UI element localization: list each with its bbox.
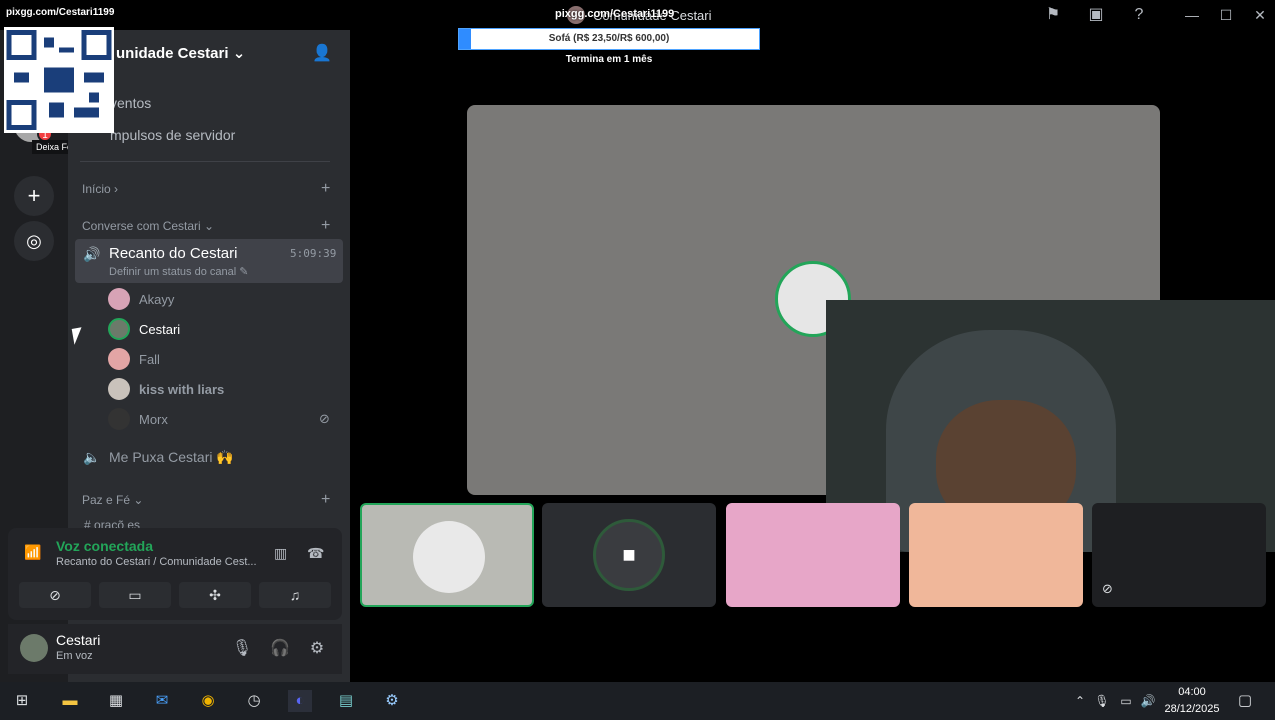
microphone-tray-icon[interactable]: 🎙	[1090, 690, 1114, 712]
maximize-button[interactable]: ☐	[1214, 5, 1238, 25]
sidebar-item-boosts[interactable]: mpulsos de servidor	[110, 127, 235, 143]
avatar	[108, 378, 130, 400]
goal-subtitle: Termina em 1 mês	[565, 54, 653, 65]
inbox-icon[interactable]: ▣	[1085, 5, 1107, 25]
participant-tile[interactable]: ⊘	[1092, 503, 1266, 607]
divider	[80, 161, 330, 162]
voice-user[interactable]: Cestari	[108, 318, 338, 342]
user-name: Cestari	[56, 632, 101, 648]
participant-avatar	[413, 521, 485, 593]
participant-tile[interactable]	[726, 503, 900, 607]
voice-user-name: kiss with liars	[139, 382, 225, 397]
participant-tile[interactable]	[360, 503, 534, 607]
donation-url: pixgg.com/Cestari1199	[0, 0, 116, 25]
add-channel-icon[interactable]: +	[321, 180, 330, 198]
pencil-icon: ✎	[239, 266, 249, 278]
add-channel-icon[interactable]: +	[321, 491, 330, 509]
mic-muted-icon: ⊘	[319, 411, 330, 426]
clock-date[interactable]: 28/12/2025	[1160, 703, 1224, 715]
steam-icon[interactable]: ⚙	[380, 690, 404, 712]
voice-user[interactable]: kiss with liars	[108, 378, 338, 402]
category-paz-e-fe[interactable]: Paz e Fé ⌄	[82, 493, 143, 507]
donation-goal-bar: Sofá (R$ 23,50/R$ 600,00)	[458, 28, 760, 50]
camera-off-button[interactable]: ⊘	[19, 582, 91, 608]
category-inicio[interactable]: Início ›	[82, 182, 118, 196]
microphone-icon[interactable]: 🎙	[230, 638, 254, 660]
signal-icon[interactable]: 📶	[24, 544, 41, 561]
speaker-icon: 🔈	[83, 449, 101, 465]
server-name-text: unidade Cestari	[116, 45, 229, 62]
add-channel-icon[interactable]: +	[321, 217, 330, 235]
noise-suppression-icon[interactable]: ▥	[274, 545, 287, 562]
avatar	[108, 348, 130, 370]
screen-share-button[interactable]: ▭	[99, 582, 171, 608]
avatar	[108, 318, 130, 340]
voice-user-name: Fall	[139, 352, 160, 367]
avatar	[108, 408, 130, 430]
avatar[interactable]	[20, 634, 48, 662]
voice-timer: 5:09:39	[290, 247, 337, 260]
voice-user-name: Akayy	[139, 292, 175, 307]
goal-label: pixgg.com/Cestari1199	[555, 8, 675, 20]
flag-icon[interactable]: ⚑	[1042, 5, 1064, 25]
chevron-up-icon[interactable]: ⌃	[1068, 690, 1092, 712]
file-explorer-icon[interactable]: ▬	[58, 690, 82, 712]
avatar	[108, 288, 130, 310]
voice-user[interactable]: Morx	[108, 408, 338, 432]
user-status: Em voz	[56, 650, 93, 662]
chevron-down-icon: ⌄	[232, 45, 246, 62]
voice-connected-title: Voz conectada	[56, 538, 153, 554]
voice-connected-subtitle[interactable]: Recanto do Cestari / Comunidade Cest...	[56, 556, 257, 568]
notifications-icon[interactable]: ▢	[1233, 690, 1257, 712]
clock-time[interactable]: 04:00	[1166, 686, 1218, 698]
minimize-button[interactable]: —	[1180, 5, 1204, 25]
voice-channel-name[interactable]: Me Puxa Cestari 🙌	[109, 449, 234, 466]
category-label: Início	[82, 182, 111, 196]
volume-icon[interactable]: 🔊	[1136, 690, 1160, 712]
goal-text: Sofá (R$ 23,50/R$ 600,00)	[548, 33, 670, 44]
voice-user-name: Cestari	[139, 322, 181, 337]
chrome-icon[interactable]: ◉	[196, 690, 220, 712]
qr-code	[4, 27, 114, 133]
windows-start-icon[interactable]: ⊞	[10, 690, 34, 712]
sidebar-item-events[interactable]: ventos	[110, 95, 151, 111]
voice-channel-name: Recanto do Cestari	[109, 245, 238, 262]
channel-partial[interactable]: # oraçõ es	[84, 518, 140, 528]
participant-tile[interactable]	[909, 503, 1083, 607]
network-icon[interactable]: ▭	[1114, 690, 1138, 712]
voice-user[interactable]: Fall	[108, 348, 338, 372]
clock-app-icon[interactable]: ◷	[242, 690, 266, 712]
gear-icon[interactable]: ⚙	[305, 638, 329, 660]
discord-icon[interactable]: ◐	[288, 690, 312, 712]
video-camera-icon: ■	[593, 519, 665, 591]
channel-name: oraçõ es	[94, 518, 141, 528]
channel-status[interactable]: Definir um status do canal ✎	[109, 265, 248, 278]
add-server-icon[interactable]: +	[14, 176, 54, 216]
store-icon[interactable]: ▦	[104, 690, 128, 712]
category-label: Paz e Fé	[82, 493, 131, 507]
app-icon[interactable]: ▤	[334, 690, 358, 712]
hashtag-icon: #	[84, 518, 95, 528]
voice-user-name: Morx	[139, 412, 168, 427]
help-icon[interactable]: ?	[1128, 5, 1150, 25]
mic-muted-icon: ⊘	[1102, 581, 1113, 596]
explore-icon[interactable]: ◎	[14, 221, 54, 261]
close-button[interactable]: ✕	[1248, 5, 1272, 25]
activities-button[interactable]: ✣	[179, 582, 251, 608]
mail-icon[interactable]: ✉	[150, 690, 174, 712]
server-name[interactable]: unidade Cestari ⌄	[116, 44, 245, 62]
category-converse[interactable]: Converse com Cestari ⌄	[82, 219, 214, 233]
participant-tile[interactable]: ■	[542, 503, 716, 607]
speaker-icon: 🔊	[83, 246, 101, 262]
qr-code-graphic	[6, 30, 112, 130]
channel-status-text: Definir um status do canal	[109, 266, 237, 278]
headphones-icon[interactable]: 🎧	[268, 638, 292, 660]
category-label: Converse com Cestari	[82, 219, 201, 233]
disconnect-icon[interactable]: ☎	[307, 545, 324, 562]
soundboard-button[interactable]: ♫	[259, 582, 331, 608]
invite-icon[interactable]: 👤	[311, 43, 333, 63]
voice-user[interactable]: Akayy	[108, 288, 338, 312]
